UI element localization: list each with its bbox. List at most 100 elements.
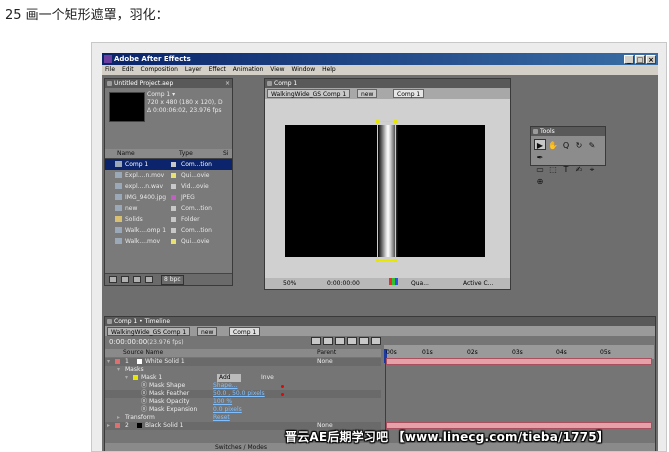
- pan-behind-tool-icon[interactable]: ⌖: [586, 164, 598, 175]
- mask-invert-checkbox[interactable]: Inve: [261, 374, 274, 382]
- twirl-open-icon[interactable]: ▾: [125, 374, 128, 382]
- pen-tool-icon[interactable]: ✒: [534, 152, 546, 163]
- stopwatch-icon[interactable]: ⓞ: [141, 406, 147, 414]
- transform-reset-link[interactable]: Reset: [213, 414, 230, 422]
- camera-menu[interactable]: Active C...: [463, 278, 493, 289]
- mask-name[interactable]: Mask 1: [141, 374, 162, 382]
- mask-shape-value[interactable]: Shape...: [213, 382, 238, 390]
- close-button[interactable]: ×: [646, 55, 656, 64]
- menu-composition[interactable]: Composition: [141, 66, 178, 73]
- project-item[interactable]: Expl....n.mov Qui...ovie: [105, 170, 232, 181]
- selected-item-name[interactable]: Comp 1 ▾: [147, 91, 223, 99]
- menu-help[interactable]: Help: [322, 66, 336, 73]
- tab-comp-1[interactable]: Comp 1: [393, 89, 425, 98]
- mask-shape-row[interactable]: ⓞ Mask Shape Shape...: [105, 382, 381, 390]
- menu-file[interactable]: File: [105, 66, 115, 73]
- brush-tool-icon[interactable]: ✎: [586, 140, 598, 151]
- column-parent[interactable]: Parent: [317, 349, 336, 357]
- blue-channel-icon[interactable]: [395, 278, 398, 285]
- mask-feather-value[interactable]: 50.0 , 50.0 pixels: [213, 390, 265, 398]
- masks-group-row[interactable]: ▾ Masks: [105, 366, 381, 374]
- menu-layer[interactable]: Layer: [185, 66, 202, 73]
- zoom-menu[interactable]: 50%: [283, 278, 296, 289]
- menu-edit[interactable]: Edit: [122, 66, 134, 73]
- interpret-footage-icon[interactable]: [109, 276, 117, 283]
- stopwatch-icon[interactable]: ⓞ: [141, 382, 147, 390]
- text-tool-icon[interactable]: T: [560, 164, 572, 175]
- time-ruler[interactable]: 00s 01s 02s 03s 04s 05s: [384, 345, 654, 363]
- project-item[interactable]: Walk....omp 1 Com...tion: [105, 225, 232, 236]
- frame-blending-icon[interactable]: [347, 337, 357, 345]
- live-update-icon[interactable]: [323, 337, 333, 345]
- twirl-open-icon[interactable]: ▾: [107, 358, 110, 366]
- switches-modes-toggle[interactable]: Switches / Modes: [215, 443, 267, 451]
- comp-mini-flowchart-icon[interactable]: [311, 337, 321, 345]
- eraser-tool-icon[interactable]: ⊕: [534, 176, 546, 187]
- resolution-menu[interactable]: Qua...: [411, 278, 429, 289]
- hand-tool-icon[interactable]: ✋: [547, 140, 559, 151]
- mask-mode-menu[interactable]: Add: [217, 374, 241, 382]
- comp-canvas[interactable]: [285, 120, 485, 262]
- mask-vertex[interactable]: [376, 120, 379, 123]
- bit-depth-button[interactable]: 8 bpc: [161, 275, 184, 285]
- menu-animation[interactable]: Animation: [233, 66, 264, 73]
- clone-stamp-tool-icon[interactable]: ✍: [573, 164, 585, 175]
- tab-comp-1[interactable]: Comp 1: [229, 327, 261, 336]
- mask-feather-row[interactable]: ⓞ Mask Feather 50.0 , 50.0 pixels: [105, 390, 381, 398]
- timeline-timecode[interactable]: 0:00:00:00: [109, 338, 147, 346]
- project-item[interactable]: expl....n.wav Vid...ovie: [105, 181, 232, 192]
- rotation-tool-icon[interactable]: ↻: [573, 140, 585, 151]
- column-type[interactable]: Type: [179, 149, 193, 158]
- graph-editor-icon[interactable]: [371, 337, 381, 345]
- column-name[interactable]: Name: [117, 149, 135, 158]
- minimize-button[interactable]: _: [624, 55, 634, 64]
- viewer-timecode[interactable]: 0:00:00:00: [327, 278, 360, 289]
- layer-row-white-solid[interactable]: ▾ 1 White Solid 1 None: [105, 358, 381, 366]
- twirl-open-icon[interactable]: ▾: [117, 366, 120, 374]
- mask-vertex[interactable]: [376, 259, 379, 262]
- trash-icon[interactable]: [145, 276, 153, 283]
- orbit-camera-tool-icon[interactable]: ⬚: [547, 164, 559, 175]
- twirl-closed-icon[interactable]: ▸: [117, 414, 120, 422]
- stopwatch-icon[interactable]: ⓞ: [141, 398, 147, 406]
- tab-walkingwide[interactable]: WalkingWide_GS Comp 1: [267, 89, 351, 98]
- new-folder-icon[interactable]: [121, 276, 129, 283]
- twirl-closed-icon[interactable]: ▸: [107, 422, 110, 430]
- draft-3d-icon[interactable]: [335, 337, 345, 345]
- motion-blur-icon[interactable]: [359, 337, 369, 345]
- keyframe-navigator-icon[interactable]: [281, 393, 284, 396]
- mask-opacity-value[interactable]: 100 %: [213, 398, 232, 406]
- project-item[interactable]: Solids Folder: [105, 214, 232, 225]
- layer-name[interactable]: White Solid 1: [145, 358, 185, 366]
- tab-new[interactable]: new: [357, 89, 378, 98]
- zoom-tool-icon[interactable]: Q: [560, 140, 572, 151]
- project-item[interactable]: IMG_9400.jpg JPEG: [105, 192, 232, 203]
- column-size[interactable]: Si: [223, 149, 228, 158]
- parent-menu[interactable]: None: [317, 358, 333, 366]
- rectangle-mask-tool-icon[interactable]: ▭: [534, 164, 546, 175]
- project-item[interactable]: new Com...tion: [105, 203, 232, 214]
- menu-window[interactable]: Window: [291, 66, 315, 73]
- column-source-name[interactable]: Source Name: [123, 349, 163, 357]
- mask-vertex[interactable]: [394, 259, 397, 262]
- selection-tool-icon[interactable]: ▶: [534, 139, 546, 150]
- mask-vertex[interactable]: [394, 120, 397, 123]
- transform-row[interactable]: ▸ Transform Reset: [105, 414, 381, 422]
- mask-color-icon[interactable]: [133, 375, 138, 380]
- menu-effect[interactable]: Effect: [209, 66, 226, 73]
- mask-opacity-row[interactable]: ⓞ Mask Opacity 100 %: [105, 398, 381, 406]
- layer-duration-bar-white-solid[interactable]: [386, 358, 652, 365]
- rectangle-mask-path[interactable]: [376, 120, 397, 262]
- tab-walkingwide[interactable]: WalkingWide_GS Comp 1: [107, 327, 191, 336]
- tab-new[interactable]: new: [197, 327, 218, 336]
- menu-view[interactable]: View: [270, 66, 284, 73]
- maximize-button[interactable]: □: [635, 55, 645, 64]
- mask-expansion-value[interactable]: 0.0 pixels: [213, 406, 242, 414]
- close-icon[interactable]: ×: [225, 79, 230, 88]
- layer-name[interactable]: Black Solid 1: [145, 422, 184, 430]
- stopwatch-icon[interactable]: ⓞ: [141, 390, 147, 398]
- mask-expansion-row[interactable]: ⓞ Mask Expansion 0.0 pixels: [105, 406, 381, 414]
- keyframe-navigator-icon[interactable]: [281, 385, 284, 388]
- mask-1-row[interactable]: ▾ Mask 1 Add Inve: [105, 374, 381, 382]
- new-comp-icon[interactable]: [133, 276, 141, 283]
